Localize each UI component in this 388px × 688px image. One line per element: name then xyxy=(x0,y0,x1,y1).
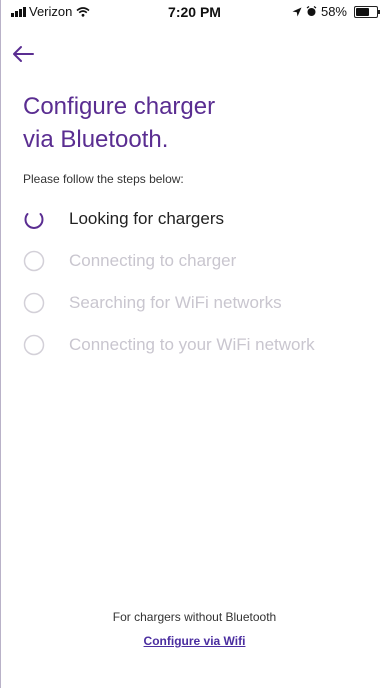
footer-text: For chargers without Bluetooth xyxy=(112,610,277,624)
step-label: Looking for chargers xyxy=(69,209,224,228)
footer: For chargers without Bluetooth Configure… xyxy=(1,610,388,650)
step-label: Searching for WiFi networks xyxy=(69,293,282,312)
page-title-line-2: via Bluetooth. xyxy=(23,126,169,153)
pending-circle-icon xyxy=(23,250,45,272)
back-button[interactable] xyxy=(11,38,51,70)
step-searching-wifi-networks: Searching for WiFi networks xyxy=(23,282,373,324)
page-title: Configure charger via Bluetooth. xyxy=(23,90,343,156)
step-connecting-to-wifi: Connecting to your WiFi network xyxy=(23,324,373,366)
battery-percentage: 58% xyxy=(320,4,347,19)
page-title-line-1: Configure charger xyxy=(23,93,216,120)
arrow-left-icon xyxy=(13,46,34,62)
loading-spinner-icon xyxy=(24,213,44,229)
status-bar: Verizon 7:20 PM 58% xyxy=(1,0,388,22)
step-looking-for-chargers: Looking for chargers xyxy=(23,198,373,240)
step-connecting-to-charger: Connecting to charger xyxy=(23,240,373,282)
step-label: Connecting to your WiFi network xyxy=(69,335,315,354)
location-icon xyxy=(292,7,302,16)
pending-circle-icon xyxy=(23,292,45,314)
alarm-icon xyxy=(306,6,317,16)
instructions-text: Please follow the steps below: xyxy=(23,172,184,186)
pending-circle-icon xyxy=(23,334,45,356)
battery-icon xyxy=(354,5,380,18)
progress-steps-list: Looking for chargers Connecting to charg… xyxy=(23,198,373,366)
step-label: Connecting to charger xyxy=(69,251,237,270)
status-right: 58% xyxy=(292,4,380,19)
configure-via-wifi-link[interactable]: Configure via Wifi xyxy=(144,634,246,648)
